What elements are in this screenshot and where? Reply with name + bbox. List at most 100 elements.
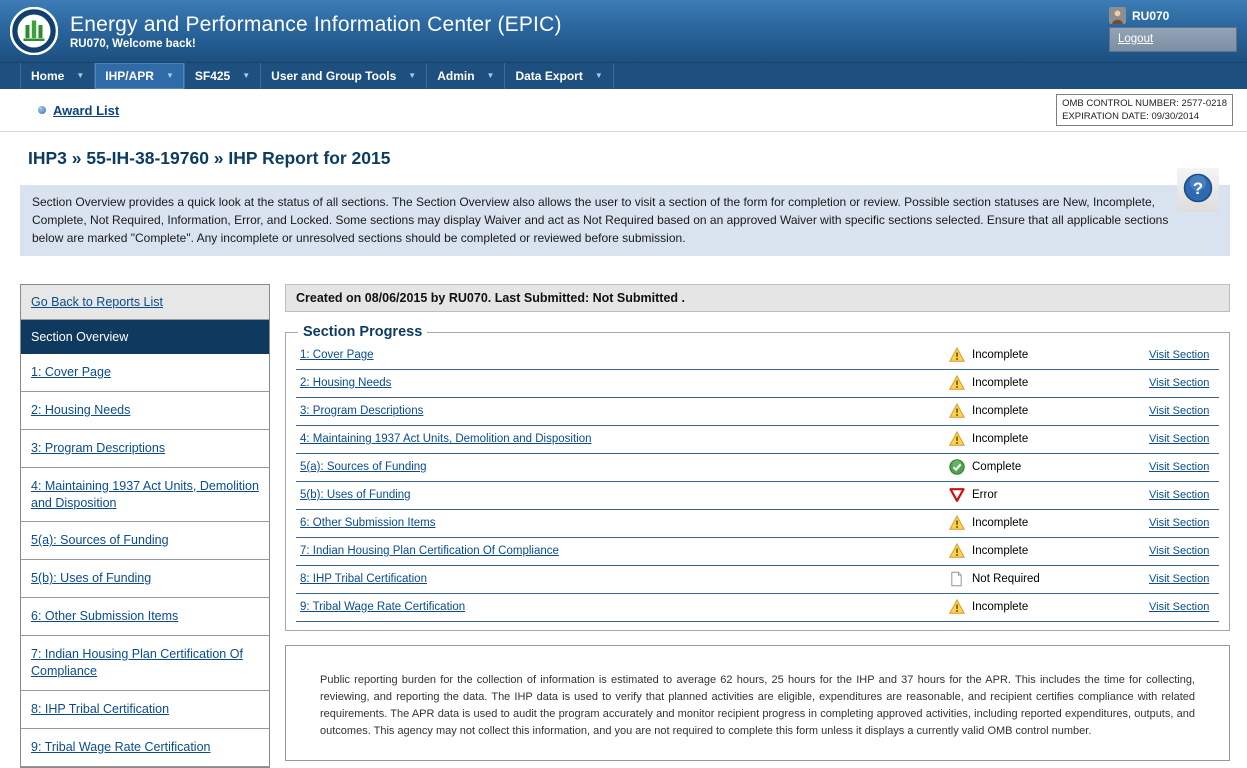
section-link[interactable]: 2: Housing Needs xyxy=(300,377,949,389)
warning-triangle-icon xyxy=(949,599,965,615)
user-panel: RU070 Logout xyxy=(1109,7,1237,52)
sidebar-item-link[interactable]: 5(b): Uses of Funding xyxy=(31,571,151,585)
section-progress-row: 8: IHP Tribal Certification xyxy=(296,566,1219,594)
status-cell: Error xyxy=(949,487,1149,503)
section-progress-row: 4: Maintaining 1937 Act Units, Demolitio… xyxy=(296,426,1219,454)
section-progress-row: 6: Other Submission Items xyxy=(296,510,1219,538)
status-label: Error xyxy=(972,489,998,501)
nav-tab[interactable]: Home ▼ xyxy=(20,63,95,89)
sidebar-item-link[interactable]: 9: Tribal Wage Rate Certification xyxy=(31,740,210,754)
burden-statement: Public reporting burden for the collecti… xyxy=(320,672,1195,740)
status-label: Incomplete xyxy=(972,405,1028,417)
status-label: Incomplete xyxy=(972,601,1028,613)
section-overview-description: Section Overview provides a quick look a… xyxy=(20,185,1230,256)
sidebar-item[interactable]: 4: Maintaining 1937 Act Units, Demolitio… xyxy=(21,468,269,523)
sidebar: Go Back to Reports List Section Overview… xyxy=(20,284,270,768)
page-title: IHP3 » 55-IH-38-19760 » IHP Report for 2… xyxy=(28,148,1217,169)
green-check-circle-icon xyxy=(949,459,965,475)
nav-tab[interactable]: IHP/APR ▼ xyxy=(95,63,185,89)
visit-section-link[interactable]: Visit Section xyxy=(1149,461,1215,473)
status-cell: Not Required xyxy=(949,571,1149,587)
status-cell: Incomplete xyxy=(949,515,1149,531)
sidebar-item[interactable]: 2: Housing Needs xyxy=(21,392,269,430)
sidebar-item-link[interactable]: 5(a): Sources of Funding xyxy=(31,533,169,547)
breadcrumb: Award List xyxy=(38,103,119,118)
sidebar-item-link[interactable]: 2: Housing Needs xyxy=(31,403,130,417)
section-link[interactable]: 5(b): Uses of Funding xyxy=(300,489,949,501)
visit-section-link[interactable]: Visit Section xyxy=(1149,545,1215,557)
visit-section-link[interactable]: Visit Section xyxy=(1149,573,1215,585)
username-label: RU070 xyxy=(1132,9,1169,23)
nav-tab[interactable]: Data Export ▼ xyxy=(505,63,613,89)
question-mark-icon: ? xyxy=(1183,173,1213,208)
logout-button[interactable]: Logout xyxy=(1109,27,1237,52)
chevron-down-icon: ▼ xyxy=(487,63,495,89)
welcome-message: RU070, Welcome back! xyxy=(70,38,562,50)
svg-text:?: ? xyxy=(1193,179,1203,198)
sidebar-item[interactable]: 9: Tribal Wage Rate Certification xyxy=(21,729,269,767)
sidebar-item[interactable]: 6: Other Submission Items xyxy=(21,598,269,636)
sidebar-item-section-overview[interactable]: Section Overview xyxy=(21,320,269,354)
status-cell: Complete xyxy=(949,459,1149,475)
main-panel: Created on 08/06/2015 by RU070. Last Sub… xyxy=(285,284,1230,761)
warning-triangle-icon xyxy=(949,347,965,363)
sidebar-item[interactable]: 1: Cover Page xyxy=(21,354,269,392)
help-button[interactable]: ? xyxy=(1177,168,1219,212)
sidebar-item-link[interactable]: 8: IHP Tribal Certification xyxy=(31,702,169,716)
visit-section-link[interactable]: Visit Section xyxy=(1149,433,1215,445)
sidebar-item[interactable]: 5(b): Uses of Funding xyxy=(21,560,269,598)
visit-section-link[interactable]: Visit Section xyxy=(1149,349,1215,361)
nav-tab[interactable]: User and Group Tools ▼ xyxy=(261,63,427,89)
status-label: Incomplete xyxy=(972,433,1028,445)
visit-section-link[interactable]: Visit Section xyxy=(1149,601,1215,613)
sidebar-item[interactable]: 3: Program Descriptions xyxy=(21,430,269,468)
section-link[interactable]: 7: Indian Housing Plan Certification Of … xyxy=(300,545,949,557)
chevron-down-icon: ▼ xyxy=(76,63,84,89)
warning-triangle-icon xyxy=(949,431,965,447)
visit-section-link[interactable]: Visit Section xyxy=(1149,517,1215,529)
sidebar-item[interactable]: 5(a): Sources of Funding xyxy=(21,522,269,560)
section-link[interactable]: 6: Other Submission Items xyxy=(300,517,949,529)
sidebar-item-link[interactable]: 1: Cover Page xyxy=(31,365,111,379)
header-titles: Energy and Performance Information Cente… xyxy=(70,13,562,50)
visit-section-link[interactable]: Visit Section xyxy=(1149,405,1215,417)
page-root: Energy and Performance Information Cente… xyxy=(0,0,1247,732)
omb-control-number: OMB CONTROL NUMBER: 2577-0218 xyxy=(1062,97,1227,110)
nav-tab-label: Home xyxy=(31,63,64,89)
sidebar-item-link[interactable]: 7: Indian Housing Plan Certification Of … xyxy=(31,647,243,678)
status-label: Complete xyxy=(972,461,1021,473)
status-cell: Incomplete xyxy=(949,543,1149,559)
go-back-to-reports-link[interactable]: Go Back to Reports List xyxy=(31,295,163,309)
sidebar-item-link[interactable]: 6: Other Submission Items xyxy=(31,609,178,623)
sidebar-item-link[interactable]: 3: Program Descriptions xyxy=(31,441,165,455)
sidebar-item[interactable]: 8: IHP Tribal Certification xyxy=(21,691,269,729)
sidebar-item-link[interactable]: 4: Maintaining 1937 Act Units, Demolitio… xyxy=(31,479,259,510)
content-area: Go Back to Reports List Section Overview… xyxy=(20,284,1230,768)
status-label: Incomplete xyxy=(972,349,1028,361)
warning-triangle-icon xyxy=(949,543,965,559)
omb-box: OMB CONTROL NUMBER: 2577-0218 EXPIRATION… xyxy=(1056,94,1233,127)
status-label: Not Required xyxy=(972,573,1040,585)
section-link[interactable]: 5(a): Sources of Funding xyxy=(300,461,949,473)
nav-tab[interactable]: SF425 ▼ xyxy=(185,63,261,89)
created-info: Created on 08/06/2015 by RU070. Last Sub… xyxy=(285,284,1230,312)
sidebar-item[interactable]: 7: Indian Housing Plan Certification Of … xyxy=(21,636,269,691)
section-link[interactable]: 4: Maintaining 1937 Act Units, Demolitio… xyxy=(300,433,949,445)
chevron-down-icon: ▼ xyxy=(408,63,416,89)
section-link[interactable]: 1: Cover Page xyxy=(300,349,949,361)
section-link[interactable]: 8: IHP Tribal Certification xyxy=(300,573,949,585)
nav-tab[interactable]: Admin ▼ xyxy=(427,63,505,89)
nav-tab-label: Data Export xyxy=(515,63,582,89)
status-label: Incomplete xyxy=(972,545,1028,557)
visit-section-link[interactable]: Visit Section xyxy=(1149,377,1215,389)
epic-seal-icon xyxy=(10,7,58,55)
section-link[interactable]: 3: Program Descriptions xyxy=(300,405,949,417)
section-progress-row: 5(a): Sources of Funding xyxy=(296,454,1219,482)
chevron-down-icon: ▼ xyxy=(595,63,603,89)
section-progress-row: 7: Indian Housing Plan Certification Of … xyxy=(296,538,1219,566)
award-list-link[interactable]: Award List xyxy=(53,103,119,118)
section-link[interactable]: 9: Tribal Wage Rate Certification xyxy=(300,601,949,613)
visit-section-link[interactable]: Visit Section xyxy=(1149,489,1215,501)
blank-page-icon xyxy=(949,571,965,587)
warning-triangle-icon xyxy=(949,515,965,531)
